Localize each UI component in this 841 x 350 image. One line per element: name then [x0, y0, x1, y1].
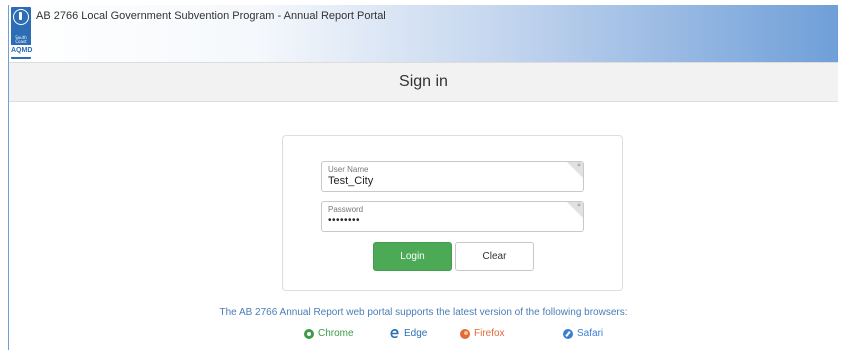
browser-chrome-label: Chrome: [318, 328, 354, 339]
required-marker: *: [577, 162, 581, 171]
password-label: Password: [328, 205, 364, 214]
password-field[interactable]: Password •••••••• *: [321, 201, 584, 232]
edge-icon: [390, 329, 399, 338]
browser-safari-label: Safari: [577, 328, 604, 339]
chrome-icon: [304, 328, 314, 339]
browser-edge-label: Edge: [404, 328, 428, 339]
signin-heading: Sign in: [399, 73, 448, 90]
aqmd-logo: South Coast AQMD: [11, 7, 32, 59]
required-marker: *: [577, 202, 581, 211]
logo-subtext: South Coast: [15, 35, 27, 44]
signin-title-bar: Sign in: [9, 62, 838, 102]
browser-firefox-link[interactable]: Firefox: [460, 328, 505, 339]
username-label: User Name: [328, 165, 369, 174]
login-card: User Name Test_City * Password •••••••• …: [282, 135, 623, 291]
logo-text: AQMD: [11, 45, 32, 57]
clear-button[interactable]: Clear: [455, 242, 534, 271]
logo-emblem-icon: [13, 9, 29, 25]
password-input[interactable]: ••••••••: [328, 215, 360, 226]
browser-safari-link[interactable]: Safari: [563, 328, 603, 339]
page-frame: South Coast AQMD AB 2766 Local Governmen…: [8, 5, 838, 350]
app-title: AB 2766 Local Government Subvention Prog…: [36, 10, 386, 22]
browser-support-text: The AB 2766 Annual Report web portal sup…: [219, 307, 628, 318]
browser-edge-link[interactable]: Edge: [389, 328, 427, 339]
header-bar: South Coast AQMD AB 2766 Local Governmen…: [9, 5, 838, 62]
username-input[interactable]: Test_City: [328, 175, 373, 187]
browser-firefox-label: Firefox: [474, 328, 505, 339]
safari-icon: [563, 328, 573, 339]
login-button[interactable]: Login: [373, 242, 452, 271]
browser-chrome-link[interactable]: Chrome: [304, 328, 354, 339]
firefox-icon: [460, 328, 470, 339]
username-field[interactable]: User Name Test_City *: [321, 161, 584, 192]
